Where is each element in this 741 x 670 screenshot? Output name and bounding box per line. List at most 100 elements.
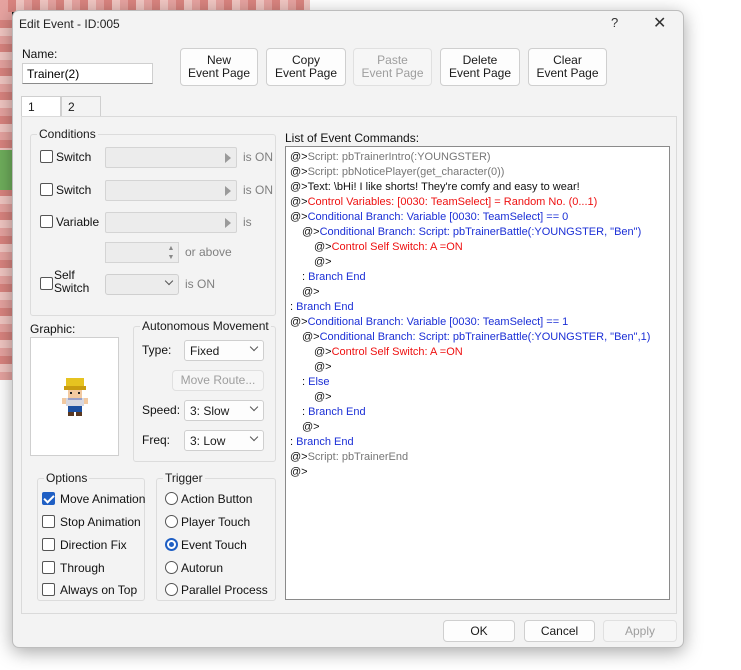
variable-picker[interactable] <box>105 212 237 233</box>
stop-animation-label: Stop Animation <box>60 515 141 529</box>
self-switch-label-line: Switch <box>54 281 90 295</box>
through-checkbox[interactable] <box>42 561 55 574</box>
command-prefix: @> <box>290 451 308 463</box>
command-line[interactable]: : Else <box>302 375 330 390</box>
tab-page-1[interactable]: 1 <box>21 96 61 117</box>
trigger-group: Trigger Action Button Player Touch Event… <box>156 471 276 601</box>
paste-event-page-button[interactable]: Paste Event Page <box>353 48 432 86</box>
command-line[interactable]: @>Conditional Branch: Variable [0030: Te… <box>290 210 568 225</box>
always-on-top-checkbox[interactable] <box>42 583 55 596</box>
command-line[interactable]: @> <box>290 465 308 480</box>
apply-button[interactable]: Apply <box>603 620 677 642</box>
variable-value-spinner[interactable]: ▲ ▼ <box>105 242 179 263</box>
command-text: Script: pbTrainerIntro(:YOUNGSTER) <box>307 151 491 163</box>
event-commands-list[interactable]: @>Script: pbTrainerIntro(:YOUNGSTER) @>Sc… <box>285 146 670 600</box>
command-line[interactable]: @>Script: pbTrainerEnd <box>290 450 408 465</box>
command-line[interactable]: @>Conditional Branch: Script: pbTrainerB… <box>302 330 650 345</box>
type-value: Fixed <box>190 344 220 358</box>
command-line[interactable]: : Branch End <box>302 405 366 420</box>
command-line[interactable]: @>Control Variables: [0030: TeamSelect] … <box>290 195 597 210</box>
command-text: Conditional Branch: Variable [0030: Team… <box>307 316 569 328</box>
command-line[interactable]: @>Text: \bHi! I like shorts! They're com… <box>290 180 580 195</box>
command-line[interactable]: @> <box>314 390 332 405</box>
command-line[interactable]: @> <box>314 255 332 270</box>
action-button-radio[interactable] <box>165 492 178 505</box>
autonomous-movement-label: Autonomous Movement <box>140 319 271 333</box>
chevron-down-icon <box>249 432 259 442</box>
move-route-button[interactable]: Move Route... <box>172 370 264 391</box>
command-line[interactable]: @>Control Self Switch: A =ON <box>314 240 463 255</box>
command-text: Script: pbNoticePlayer(get_character(0)) <box>307 166 505 178</box>
event-touch-radio[interactable] <box>165 538 178 551</box>
action-button-label: Action Button <box>181 492 253 506</box>
variable-checkbox[interactable] <box>40 215 53 228</box>
command-prefix: @> <box>314 391 332 403</box>
command-prefix: @> <box>314 361 332 373</box>
conditions-label: Conditions <box>37 127 98 141</box>
delete-event-page-button[interactable]: Delete Event Page <box>440 48 520 86</box>
parallel-process-radio[interactable] <box>165 583 178 596</box>
command-text: Branch End <box>296 301 354 313</box>
play-arrow-icon <box>225 218 231 228</box>
direction-fix-label: Direction Fix <box>60 538 127 552</box>
command-line[interactable]: : Branch End <box>290 435 354 450</box>
command-line[interactable]: @>Script: pbTrainerIntro(:YOUNGSTER) <box>290 150 491 165</box>
self-switch-suffix: is ON <box>185 277 215 291</box>
command-prefix: @> <box>290 196 308 208</box>
spin-down-icon[interactable]: ▼ <box>166 253 176 262</box>
graphic-label: Graphic: <box>30 322 76 336</box>
btn-line: Event Page <box>361 66 424 80</box>
chevron-down-icon <box>249 342 259 352</box>
stop-animation-checkbox[interactable] <box>42 515 55 528</box>
freq-select[interactable]: 3: Low <box>184 430 264 451</box>
switch2-picker[interactable] <box>105 180 237 201</box>
command-prefix: @> <box>290 316 308 328</box>
switch2-checkbox[interactable] <box>40 183 53 196</box>
command-text: Branch End <box>296 436 354 448</box>
command-line[interactable]: @> <box>302 420 320 435</box>
always-on-top-label: Always on Top <box>60 583 138 597</box>
ok-button[interactable]: OK <box>443 620 515 642</box>
command-line[interactable]: @>Control Self Switch: A =ON <box>314 345 463 360</box>
command-line[interactable]: @>Conditional Branch: Variable [0030: Te… <box>290 315 568 330</box>
command-line[interactable]: @>Conditional Branch: Script: pbTrainerB… <box>302 225 641 240</box>
copy-event-page-button[interactable]: Copy Event Page <box>266 48 346 86</box>
self-switch-label-line: Self <box>54 268 75 282</box>
type-select[interactable]: Fixed <box>184 340 264 361</box>
command-prefix: @> <box>302 331 320 343</box>
command-prefix: @> <box>290 211 308 223</box>
command-text: Branch End <box>308 271 366 283</box>
spin-up-icon[interactable]: ▲ <box>166 244 176 253</box>
move-animation-checkbox[interactable] <box>42 492 55 505</box>
switch1-label: Switch <box>56 150 92 164</box>
btn-line: Delete <box>462 53 498 67</box>
cancel-button[interactable]: Cancel <box>524 620 595 642</box>
switch1-picker[interactable] <box>105 147 237 168</box>
self-switch-select[interactable] <box>105 274 179 295</box>
speed-select[interactable]: 3: Slow <box>184 400 264 421</box>
command-prefix: @> <box>314 241 332 253</box>
switch1-checkbox[interactable] <box>40 150 53 163</box>
command-line[interactable]: : Branch End <box>302 270 366 285</box>
graphic-preview[interactable] <box>30 337 119 456</box>
btn-line: New <box>206 53 231 67</box>
player-touch-radio[interactable] <box>165 515 178 528</box>
name-field[interactable] <box>22 63 153 84</box>
new-event-page-button[interactable]: New Event Page <box>180 48 258 86</box>
tab-page-2[interactable]: 2 <box>61 96 101 116</box>
command-line[interactable]: @>Script: pbNoticePlayer(get_character(0… <box>290 165 504 180</box>
command-text: Control Self Switch: A =ON <box>331 346 463 358</box>
help-icon[interactable]: ? <box>611 15 618 30</box>
clear-event-page-button[interactable]: Clear Event Page <box>528 48 607 86</box>
command-prefix: @> <box>302 286 320 298</box>
autorun-radio[interactable] <box>165 561 178 574</box>
speed-value: 3: Slow <box>190 404 230 418</box>
command-prefix: @> <box>314 346 332 358</box>
command-line[interactable]: @> <box>302 285 320 300</box>
btn-line: Event Page <box>187 66 251 80</box>
command-line[interactable]: : Branch End <box>290 300 354 315</box>
direction-fix-checkbox[interactable] <box>42 538 55 551</box>
self-switch-checkbox[interactable] <box>40 277 53 290</box>
command-line[interactable]: @> <box>314 360 332 375</box>
close-icon[interactable]: ✕ <box>653 13 666 33</box>
